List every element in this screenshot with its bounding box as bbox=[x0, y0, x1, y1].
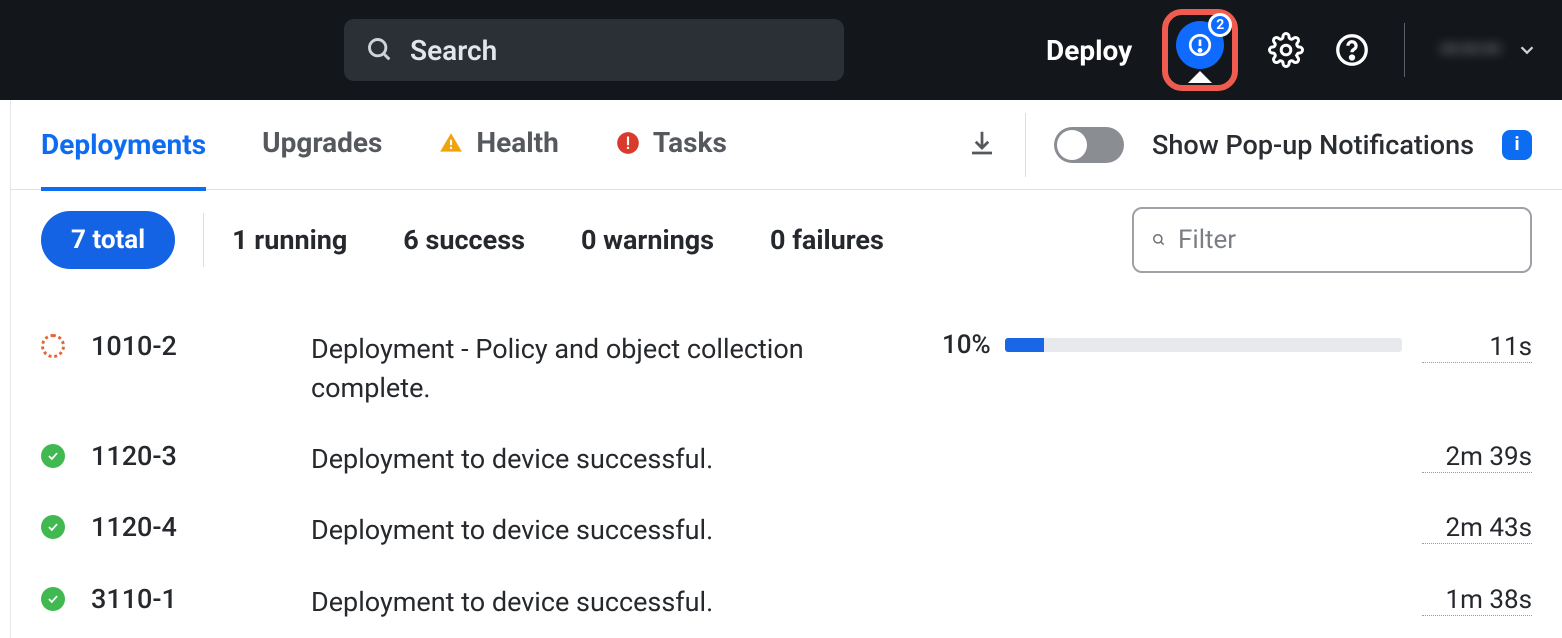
status-message: Deployment to device successful. bbox=[311, 440, 1402, 479]
status-message: Deployment to device successful. bbox=[311, 583, 1402, 622]
tab-deployments[interactable]: Deployments bbox=[41, 128, 206, 191]
tab-label: Health bbox=[476, 126, 558, 159]
device-name: 3110-1 bbox=[91, 583, 311, 615]
filter-input[interactable] bbox=[1132, 207, 1532, 273]
success-icon bbox=[41, 515, 69, 543]
filter-total[interactable]: 7 total bbox=[41, 211, 175, 269]
filter-warnings[interactable]: 0 warnings bbox=[581, 224, 714, 256]
filter-success[interactable]: 6 success bbox=[403, 224, 525, 256]
tab-label: Deployments bbox=[41, 128, 206, 161]
top-bar: Search Deploy 2 ——— bbox=[0, 0, 1562, 100]
status-filter-row: 7 total 1 running 6 success 0 warnings 0… bbox=[11, 190, 1562, 290]
list-item[interactable]: 3110-1 Deployment to device successful. … bbox=[41, 567, 1532, 638]
help-button[interactable] bbox=[1334, 32, 1370, 68]
success-icon bbox=[41, 444, 69, 472]
tab-tasks[interactable]: Tasks bbox=[615, 126, 727, 163]
filter-running[interactable]: 1 running bbox=[232, 224, 347, 256]
info-icon: i bbox=[1515, 134, 1520, 155]
warning-icon bbox=[438, 130, 464, 156]
divider bbox=[1404, 23, 1405, 77]
user-name: ——— bbox=[1439, 35, 1502, 65]
device-name: 1120-4 bbox=[91, 511, 311, 543]
info-button[interactable]: i bbox=[1502, 130, 1532, 160]
tab-health[interactable]: Health bbox=[438, 126, 558, 163]
toggle-label: Show Pop-up Notifications bbox=[1152, 129, 1474, 161]
user-menu[interactable]: ——— bbox=[1439, 35, 1538, 65]
divider bbox=[1025, 113, 1026, 177]
notification-count-badge: 2 bbox=[1208, 13, 1232, 37]
tab-label: Upgrades bbox=[262, 126, 382, 159]
download-button[interactable] bbox=[967, 128, 997, 162]
status-message: Deployment to device successful. bbox=[311, 511, 1402, 550]
tab-bar: Deployments Upgrades Health Tasks Show P… bbox=[11, 100, 1562, 190]
tab-label: Tasks bbox=[653, 126, 727, 159]
progress: 10% bbox=[942, 330, 1402, 360]
progress-fill bbox=[1005, 338, 1045, 352]
device-name: 1120-3 bbox=[91, 440, 311, 472]
filter-failures[interactable]: 0 failures bbox=[770, 224, 884, 256]
toggle-knob bbox=[1057, 130, 1087, 160]
top-actions: Deploy 2 ——— bbox=[1046, 9, 1538, 91]
elapsed-time: 2m 39s bbox=[1422, 442, 1532, 473]
search-icon bbox=[1152, 226, 1166, 254]
search-placeholder: Search bbox=[410, 34, 497, 67]
notifications-panel: Deployments Upgrades Health Tasks Show P… bbox=[10, 100, 1562, 638]
list-item[interactable]: 1010-2 Deployment - Policy and object co… bbox=[41, 314, 1532, 424]
help-icon bbox=[1334, 32, 1370, 68]
search-icon bbox=[366, 36, 394, 64]
list-item[interactable]: 1120-3 Deployment to device successful. … bbox=[41, 424, 1532, 495]
settings-button[interactable] bbox=[1268, 32, 1304, 68]
elapsed-time: 2m 43s bbox=[1422, 513, 1532, 544]
tab-bar-right: Show Pop-up Notifications i bbox=[967, 113, 1532, 177]
list-item[interactable]: 1120-4 Deployment to device successful. … bbox=[41, 495, 1532, 566]
chevron-down-icon bbox=[1516, 39, 1538, 61]
notifications-button[interactable]: 2 bbox=[1162, 9, 1238, 91]
elapsed-time: 1m 38s bbox=[1422, 585, 1532, 616]
elapsed-time: 11s bbox=[1422, 332, 1532, 363]
divider bbox=[203, 213, 204, 267]
gear-icon bbox=[1268, 32, 1304, 68]
dropdown-caret-icon bbox=[1188, 71, 1212, 83]
device-name: 1010-2 bbox=[91, 330, 311, 362]
success-icon bbox=[41, 587, 69, 615]
notification-bell-icon: 2 bbox=[1176, 21, 1224, 69]
progress-percent: 10% bbox=[942, 330, 991, 360]
status-message: Deployment - Policy and object collectio… bbox=[311, 330, 942, 408]
search-input[interactable]: Search bbox=[344, 19, 844, 81]
deployment-list: 1010-2 Deployment - Policy and object co… bbox=[11, 290, 1562, 638]
filter-text-field[interactable] bbox=[1178, 225, 1512, 255]
tab-upgrades[interactable]: Upgrades bbox=[262, 126, 382, 163]
popup-notifications-toggle[interactable] bbox=[1054, 127, 1124, 163]
error-icon bbox=[615, 130, 641, 156]
progress-bar bbox=[1005, 338, 1402, 352]
deploy-button[interactable]: Deploy bbox=[1046, 34, 1132, 67]
spinner-icon bbox=[41, 334, 69, 362]
download-icon bbox=[967, 128, 997, 158]
